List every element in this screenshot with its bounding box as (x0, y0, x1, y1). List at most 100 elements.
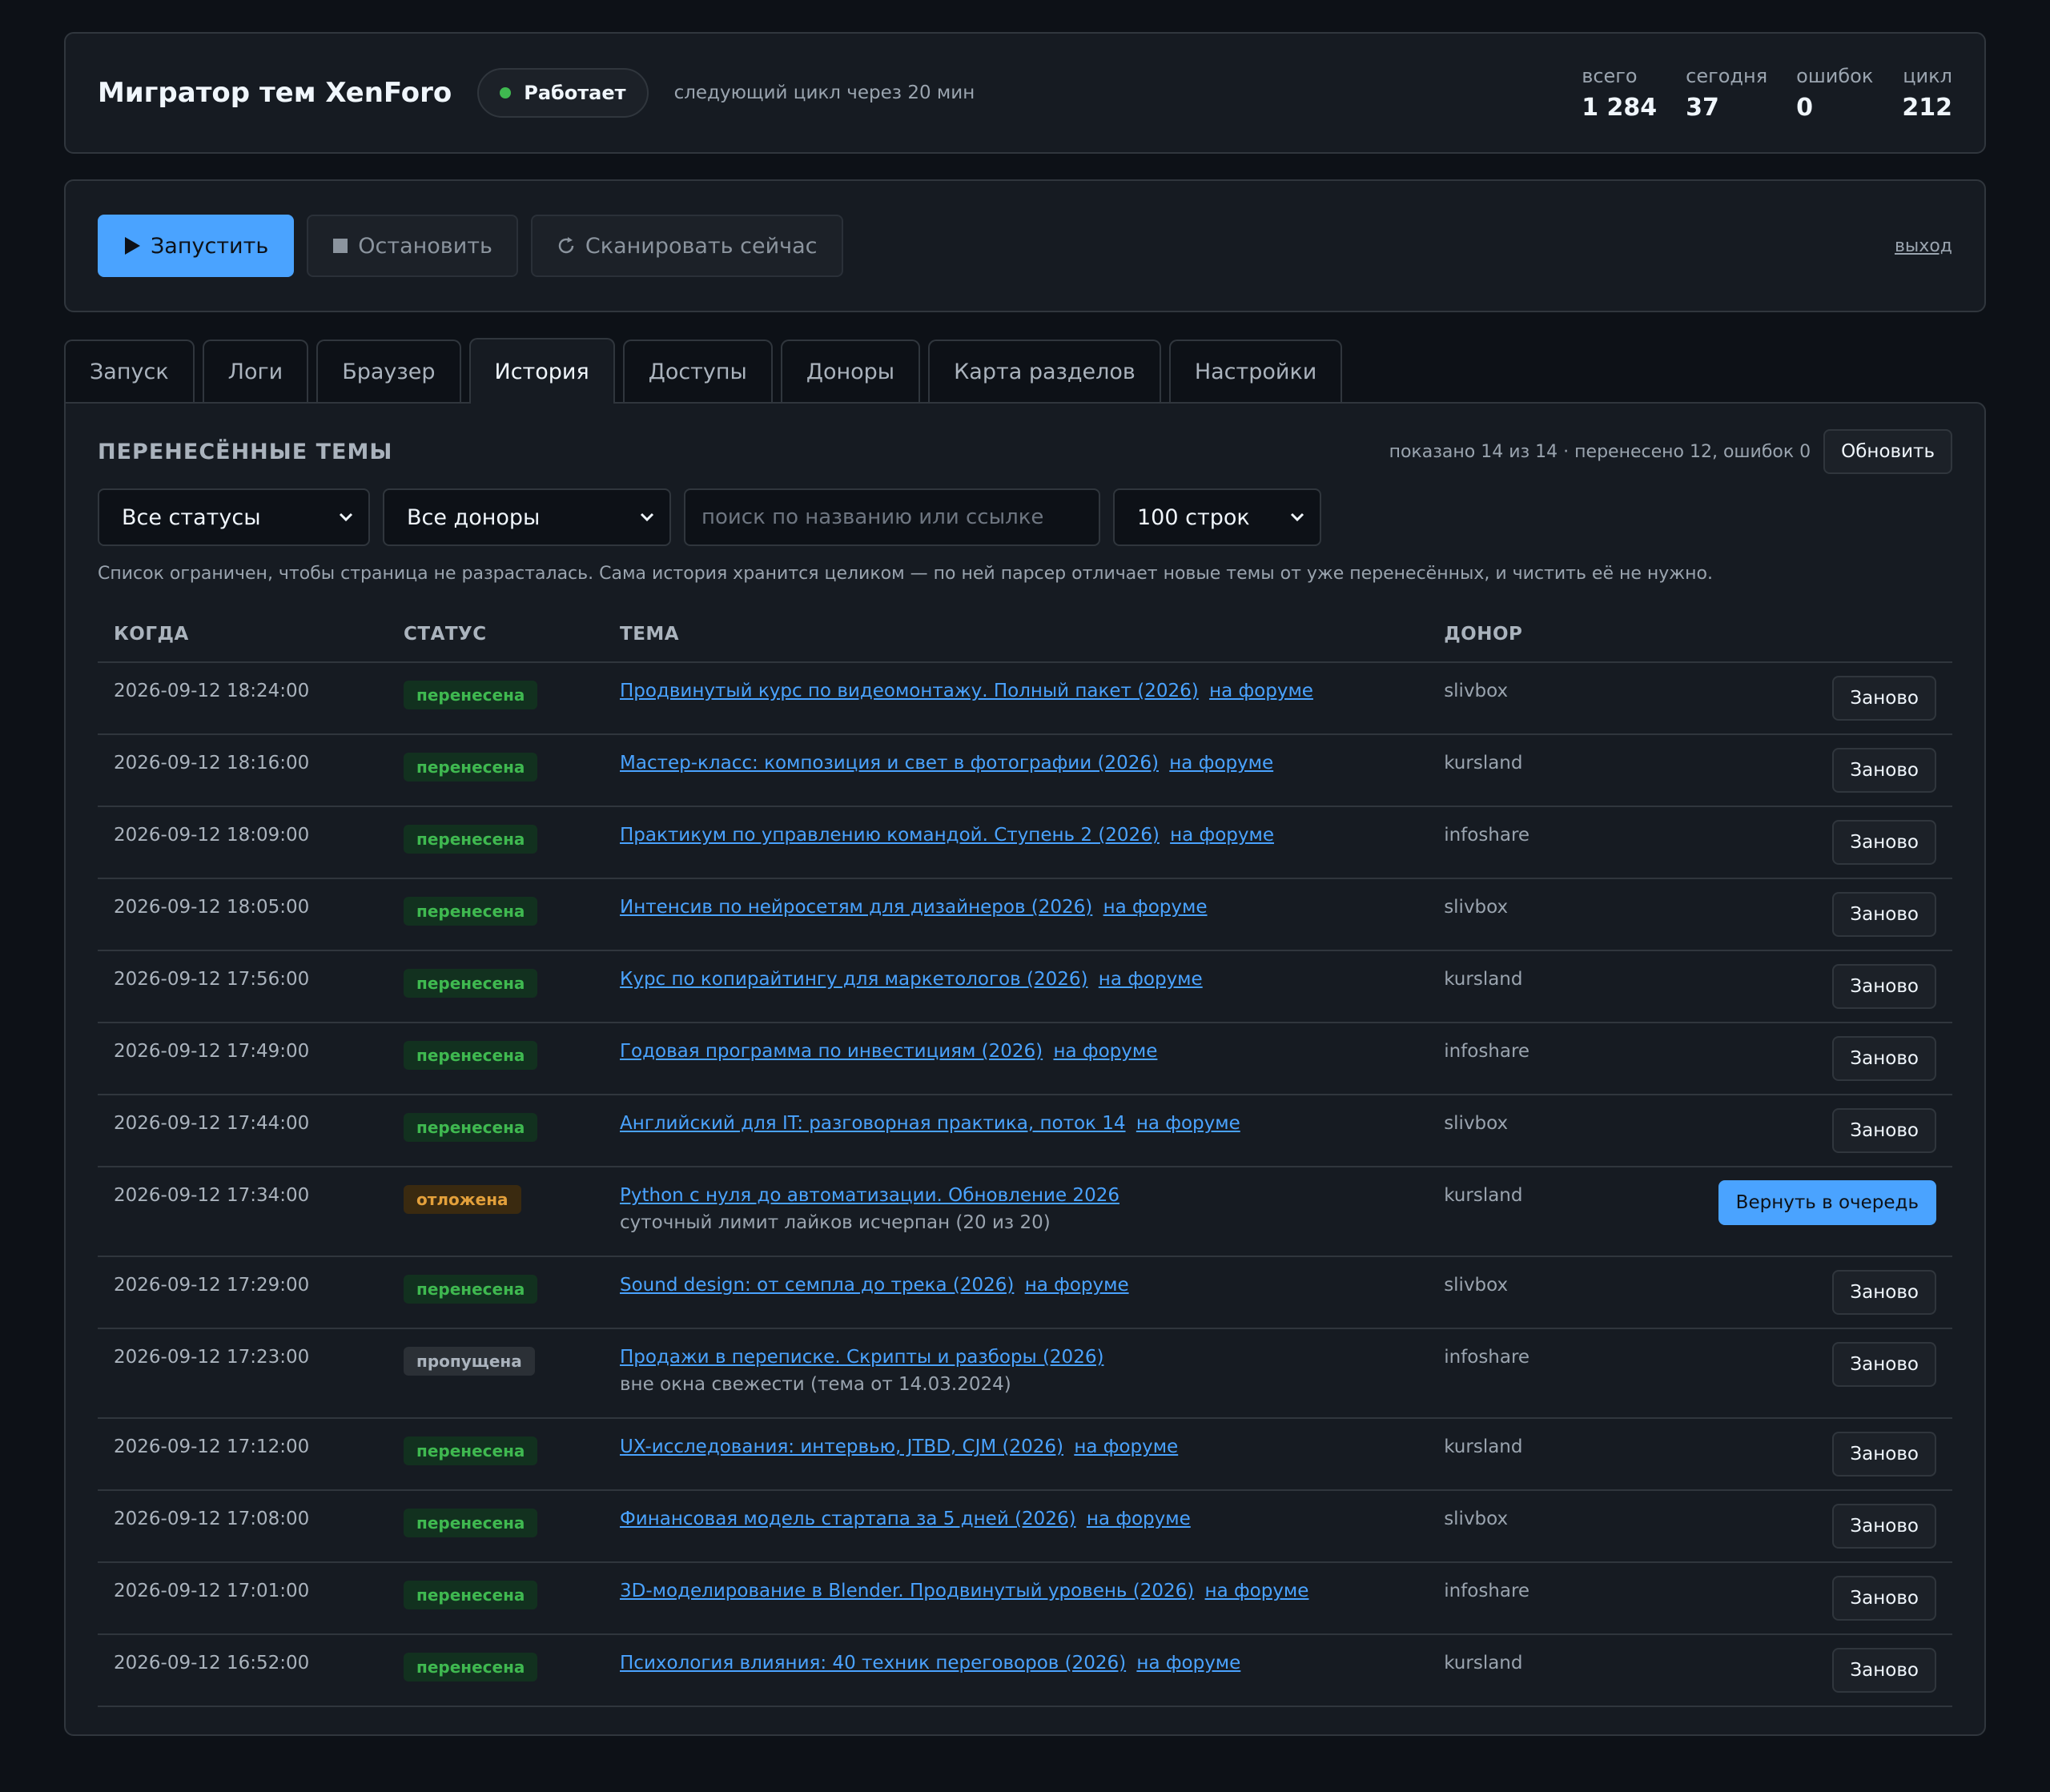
forum-link[interactable]: на форуме (1087, 1509, 1191, 1529)
tab-launch[interactable]: Запуск (64, 340, 195, 402)
forum-link[interactable]: на форуме (1136, 1653, 1240, 1673)
history-table-body: 2026-09-12 18:24:00 перенесена Продвинутый… (98, 662, 1952, 1707)
topic-link[interactable]: Психология влияния: 40 техник переговоро… (620, 1653, 1126, 1673)
topic-link[interactable]: Python с нуля до автоматизации. Обновлен… (620, 1185, 1119, 1206)
logout-link[interactable]: выход (1895, 236, 1952, 256)
redo-button[interactable]: Заново (1832, 1648, 1936, 1693)
table-row: 2026-09-12 17:34:00 отложена Python с нуля… (98, 1167, 1952, 1257)
stop-icon (333, 239, 348, 253)
tab-section-map[interactable]: Карта разделов (928, 340, 1161, 402)
topic-link[interactable]: Практикум по управлению командой. Ступен… (620, 825, 1160, 846)
status-filter-value: Все статусы (122, 504, 261, 530)
rows-limit-select[interactable]: 100 строк (1113, 488, 1321, 546)
redo-button[interactable]: Заново (1832, 1576, 1936, 1621)
topic-link[interactable]: 3D-моделирование в Blender. Продвинутый … (620, 1581, 1194, 1601)
status-badge: перенесена (404, 753, 538, 781)
row-donor: slivbox (1428, 1256, 1669, 1329)
stat-today: сегодня 37 (1686, 65, 1767, 122)
redo-button[interactable]: Заново (1832, 1270, 1936, 1315)
row-when: 2026-09-12 18:05:00 (98, 878, 388, 951)
topic-link[interactable]: Мастер-класс: композиция и свет в фотогр… (620, 753, 1159, 773)
table-row: 2026-09-12 17:01:00 перенесена 3D-моделиро… (98, 1562, 1952, 1635)
redo-button[interactable]: Заново (1832, 1504, 1936, 1549)
row-actions: Заново (1668, 1256, 1952, 1329)
donor-filter-select[interactable]: Все доноры (383, 488, 671, 546)
tab-access[interactable]: Доступы (622, 340, 773, 402)
scan-now-button[interactable]: Сканировать сейчас (530, 215, 843, 277)
search-input[interactable] (684, 488, 1100, 546)
row-donor: kursland (1428, 950, 1669, 1023)
history-panel-header: ПЕРЕНЕСЁННЫЕ ТЕМЫ показано 14 из 14 · пе… (98, 428, 1952, 476)
donor-filter-value: Все доноры (407, 504, 541, 530)
stop-button[interactable]: Остановить (307, 215, 518, 277)
row-when: 2026-09-12 16:52:00 (98, 1634, 388, 1707)
topic-link[interactable]: Продажи в переписке. Скрипты и разборы (… (620, 1347, 1103, 1368)
forum-link[interactable]: на форуме (1103, 897, 1208, 918)
redo-button[interactable]: Заново (1832, 676, 1936, 721)
play-icon (125, 237, 140, 255)
row-donor: infoshare (1428, 806, 1669, 879)
table-row: 2026-09-12 18:24:00 перенесена Продвинутый… (98, 662, 1952, 735)
redo-button[interactable]: Заново (1832, 964, 1936, 1009)
forum-link[interactable]: на форуме (1074, 1436, 1178, 1457)
topic-link[interactable]: Финансовая модель стартапа за 5 дней (20… (620, 1509, 1076, 1529)
status-badge: перенесена (404, 681, 538, 709)
row-donor: slivbox (1428, 1490, 1669, 1563)
row-status: перенесена (388, 878, 604, 951)
stat-cycle: цикл 212 (1902, 65, 1952, 122)
forum-link[interactable]: на форуме (1025, 1275, 1129, 1296)
row-topic: Английский для IT: разговорная практика,… (604, 1095, 1429, 1167)
controls-bar: Запустить Остановить Сканировать сейчас … (64, 179, 1986, 312)
table-row: 2026-09-12 16:52:00 перенесена Психология … (98, 1634, 1952, 1707)
row-when: 2026-09-12 17:23:00 (98, 1328, 388, 1419)
tab-history[interactable]: История (468, 338, 615, 404)
forum-link[interactable]: на форуме (1169, 753, 1273, 773)
table-row: 2026-09-12 17:29:00 перенесена Sound desig… (98, 1256, 1952, 1329)
topic-link[interactable]: Продвинутый курс по видеомонтажу. Полный… (620, 681, 1199, 701)
forum-link[interactable]: на форуме (1136, 1113, 1240, 1134)
tab-logs[interactable]: Логи (202, 340, 309, 402)
table-row: 2026-09-12 18:16:00 перенесена Мастер-клас… (98, 734, 1952, 807)
status-filter-select[interactable]: Все статусы (98, 488, 370, 546)
stat-value: 0 (1796, 93, 1814, 122)
row-status: перенесена (388, 950, 604, 1023)
row-actions: Заново (1668, 878, 1952, 951)
forum-link[interactable]: на форуме (1099, 969, 1203, 990)
row-donor: kursland (1428, 1634, 1669, 1707)
stat-errors: ошибок 0 (1796, 65, 1873, 122)
requeue-button[interactable]: Вернуть в очередь (1718, 1180, 1936, 1225)
redo-button[interactable]: Заново (1832, 1108, 1936, 1153)
topic-link[interactable]: Курс по копирайтингу для маркетологов (2… (620, 969, 1087, 990)
tab-donors[interactable]: Доноры (780, 340, 921, 402)
redo-button[interactable]: Заново (1832, 1342, 1936, 1387)
redo-button[interactable]: Заново (1832, 1432, 1936, 1477)
tab-bar: Запуск Логи Браузер История Доступы Доно… (64, 338, 1986, 404)
row-donor: infoshare (1428, 1328, 1669, 1419)
app-root: Мигратор тем XenForo Работает следующий … (64, 32, 1986, 1736)
column-actions (1668, 606, 1952, 663)
topic-link[interactable]: Английский для IT: разговорная практика,… (620, 1113, 1126, 1134)
tab-browser[interactable]: Браузер (316, 340, 461, 402)
topic-link[interactable]: Интенсив по нейросетям для дизайнеров (2… (620, 897, 1092, 918)
row-topic: Финансовая модель стартапа за 5 дней (20… (604, 1490, 1429, 1563)
redo-button[interactable]: Заново (1832, 748, 1936, 793)
forum-link[interactable]: на форуме (1205, 1581, 1309, 1601)
row-status: отложена (388, 1167, 604, 1257)
status-badge: пропущена (404, 1347, 535, 1376)
redo-button[interactable]: Заново (1832, 820, 1936, 865)
topic-link[interactable]: Годовая программа по инвестициям (2026) (620, 1041, 1043, 1062)
row-donor: slivbox (1428, 1095, 1669, 1167)
refresh-button[interactable]: Обновить (1823, 429, 1952, 474)
topic-link[interactable]: Sound design: от семпла до трека (2026) (620, 1275, 1014, 1296)
forum-link[interactable]: на форуме (1209, 681, 1313, 701)
forum-link[interactable]: на форуме (1053, 1041, 1157, 1062)
redo-button[interactable]: Заново (1832, 892, 1936, 937)
row-donor: kursland (1428, 1167, 1669, 1257)
stat-value: 212 (1902, 93, 1952, 122)
start-button[interactable]: Запустить (98, 215, 295, 277)
topic-link[interactable]: UX-исследования: интервью, JTBD, CJM (20… (620, 1436, 1063, 1457)
forum-link[interactable]: на форуме (1170, 825, 1274, 846)
tab-settings[interactable]: Настройки (1168, 340, 1343, 402)
row-topic: Продажи в переписке. Скрипты и разборы (… (604, 1328, 1429, 1419)
redo-button[interactable]: Заново (1832, 1036, 1936, 1081)
